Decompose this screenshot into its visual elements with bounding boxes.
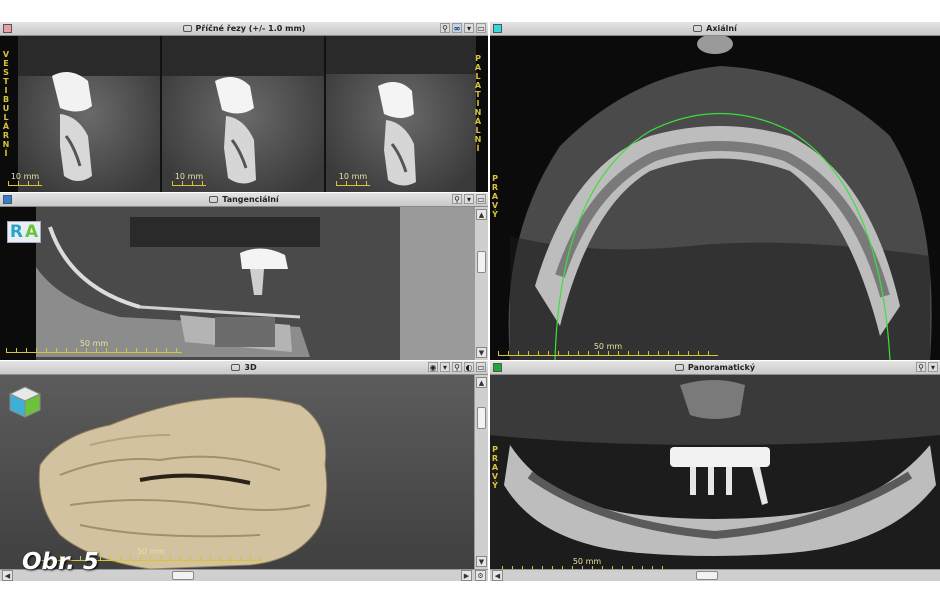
view3d-titlebar: 3D ◉ ▾ ⚲ ◐ ▭ [0, 361, 488, 375]
tangential-vertical-scrollbar[interactable]: ▲ ▼ [474, 207, 488, 360]
magnify-icon[interactable]: ⚲ [452, 362, 462, 372]
orientation-badge-a: A [24, 222, 39, 242]
camera-icon[interactable] [693, 25, 703, 32]
panel-color-indicator[interactable] [493, 24, 502, 33]
panel-color-indicator[interactable] [3, 195, 12, 204]
view3d-tools: ◉ ▾ ⚲ ◐ ▭ [428, 362, 486, 372]
tangential-image [0, 207, 474, 360]
cross-slice-2 [162, 36, 324, 192]
chevron-down-icon[interactable]: ▼ [476, 347, 487, 358]
figure-label: Obr. 5 [22, 549, 99, 575]
panoramic-tools: ⚲ ▾ [916, 362, 938, 372]
axial-scale-bar: 50 mm [498, 342, 718, 356]
camera-icon[interactable] [209, 196, 219, 203]
tangential-panel: Tangenciální ⚲ ▾ ▭ RA 50 mm ▲ ▼ [0, 193, 488, 360]
axial-viewport[interactable]: PRAVÝ 50 mm [490, 36, 940, 360]
view3d-title: 3D [244, 363, 257, 372]
cross-sections-tools: ⚲ ∞ ▾ ▭ [440, 23, 486, 33]
maximize-icon[interactable]: ▭ [476, 23, 486, 33]
panoramic-title: Panoramatický [687, 363, 756, 372]
cross-sections-titlebar: Příčné řezy (+/- 1.0 mm) ⚲ ∞ ▾ ▭ [0, 22, 488, 36]
view3d-scale-label: 50 mm [136, 547, 166, 556]
panel-color-indicator[interactable] [3, 24, 12, 33]
palatinal-side-label: PALATINÁLNÍ [474, 54, 482, 153]
panoramic-hscroll-thumb[interactable] [696, 571, 718, 580]
cross-scale-label-1: 10 mm [10, 172, 40, 181]
cross-scale-bar-2: 10 mm [172, 172, 206, 186]
view3d-vertical-scrollbar[interactable]: ▲ ▼ [474, 375, 488, 569]
tangential-title: Tangenciální [222, 195, 279, 204]
camera-icon[interactable] [674, 364, 684, 371]
eye-icon[interactable]: ◉ [428, 362, 438, 372]
dropdown-icon[interactable]: ▾ [464, 23, 474, 33]
camera-icon[interactable] [231, 364, 241, 371]
view3d-hscroll-thumb[interactable] [172, 571, 194, 580]
gear-icon[interactable]: ⚙ [475, 570, 486, 581]
magnify-icon[interactable]: ⚲ [440, 23, 450, 33]
maximize-icon[interactable]: ▭ [476, 194, 486, 204]
tangential-scale-label: 50 mm [79, 339, 109, 348]
maximize-icon[interactable]: ▭ [476, 362, 486, 372]
axial-scale-label: 50 mm [593, 342, 623, 351]
camera-icon[interactable] [182, 25, 192, 32]
chevron-left-icon[interactable]: ◀ [492, 570, 503, 581]
tangential-scroll-thumb[interactable] [477, 251, 486, 273]
orientation-cube-icon[interactable] [8, 385, 42, 419]
dropdown-icon[interactable]: ▾ [928, 362, 938, 372]
dropdown-icon[interactable]: ▾ [440, 362, 450, 372]
cross-scale-label-2: 10 mm [174, 172, 204, 181]
cross-scale-bar-1: 10 mm [8, 172, 42, 186]
axial-panel: Axiální PRAVÝ 50 mm [490, 22, 940, 360]
link-icon[interactable]: ∞ [452, 23, 462, 33]
orientation-badge-r: R [9, 222, 23, 242]
panoramic-titlebar: Panoramatický ⚲ ▾ [490, 361, 940, 375]
cross-slice-3 [326, 36, 476, 192]
panoramic-right-side-label: PRAVÝ [491, 445, 499, 490]
cross-section-images [18, 36, 476, 192]
panoramic-viewport[interactable]: PRAVÝ 50 mm ◀ [490, 375, 940, 581]
tangential-tools: ⚲ ▾ ▭ [452, 194, 486, 204]
dropdown-icon[interactable]: ▾ [464, 194, 474, 204]
chevron-down-icon[interactable]: ▼ [476, 556, 487, 567]
view3d-render [38, 396, 328, 570]
cross-scale-label-3: 10 mm [338, 172, 368, 181]
chevron-up-icon[interactable]: ▲ [476, 377, 487, 388]
chevron-right-icon[interactable]: ▶ [461, 570, 472, 581]
panel-color-indicator[interactable] [493, 363, 502, 372]
panoramic-image [490, 375, 940, 581]
tangential-scale-bar: 50 mm [6, 339, 182, 353]
toggle-icon[interactable]: ◐ [464, 362, 474, 372]
axial-titlebar: Axiální [490, 22, 940, 36]
cross-sections-viewport[interactable]: VESTIBULÁRNÍ PALATINÁLNÍ 10 mm 10 mm 10 … [0, 36, 488, 192]
cross-scale-bar-3: 10 mm [336, 172, 370, 186]
panoramic-horizontal-scrollbar[interactable]: ◀ [490, 569, 940, 581]
chevron-left-icon[interactable]: ◀ [2, 570, 13, 581]
magnify-icon[interactable]: ⚲ [452, 194, 462, 204]
cross-sections-panel: Příčné řezy (+/- 1.0 mm) ⚲ ∞ ▾ ▭ VESTIBU… [0, 22, 488, 192]
chevron-up-icon[interactable]: ▲ [476, 209, 487, 220]
panoramic-panel: Panoramatický ⚲ ▾ PRAVÝ 50 mm ◀ [490, 361, 940, 581]
panoramic-scale-label: 50 mm [572, 557, 602, 566]
vestibular-side-label: VESTIBULÁRNÍ [2, 50, 10, 158]
magnify-icon[interactable]: ⚲ [916, 362, 926, 372]
tangential-titlebar: Tangenciální ⚲ ▾ ▭ [0, 193, 488, 207]
view3d-scroll-thumb[interactable] [477, 407, 486, 429]
tangential-viewport[interactable]: RA 50 mm ▲ ▼ [0, 207, 488, 360]
axial-title: Axiální [706, 24, 737, 33]
orientation-badge[interactable]: RA [7, 221, 41, 243]
axial-right-side-label: PRAVÝ [491, 174, 499, 219]
view3d-panel: 3D ◉ ▾ ⚲ ◐ ▭ 50 mm ▲ ▼ ◀ ▶ ⚙ [0, 361, 488, 581]
cross-slice-1 [18, 36, 160, 192]
axial-image [490, 36, 940, 360]
cross-sections-title: Příčné řezy (+/- 1.0 mm) [195, 24, 306, 33]
